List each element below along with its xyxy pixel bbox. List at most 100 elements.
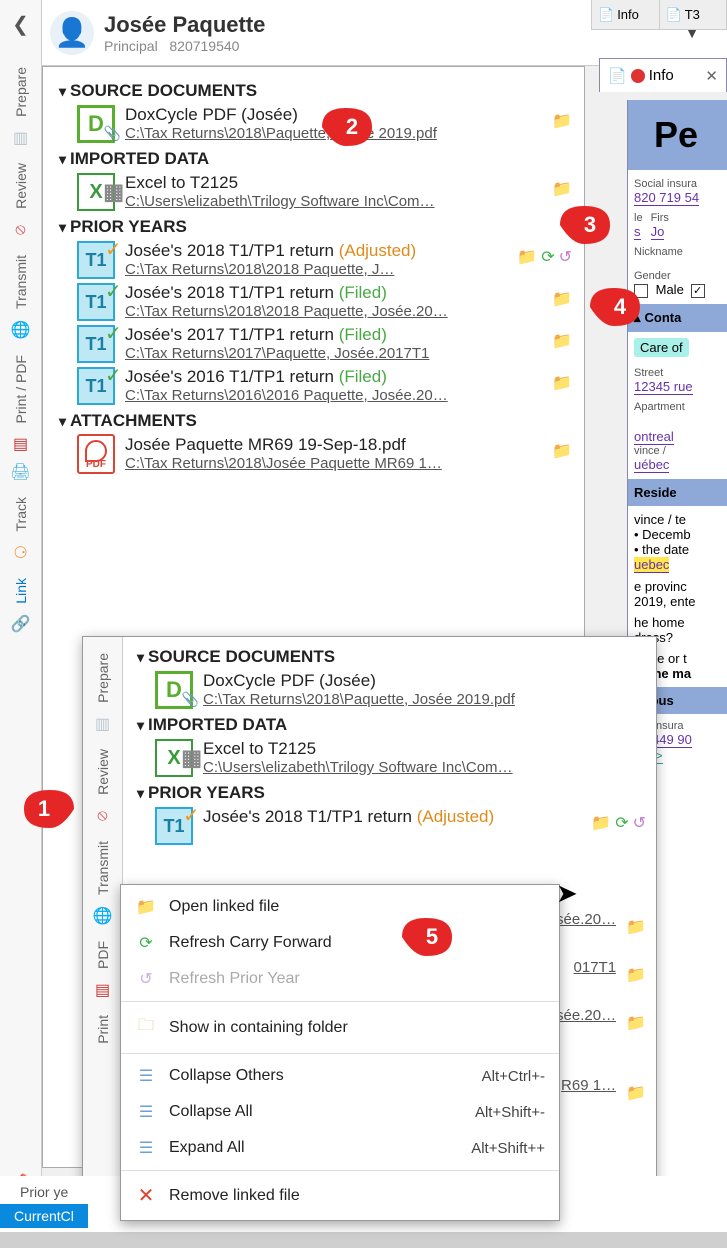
doxcycle-icon: D📎 xyxy=(155,671,193,709)
tree-row-prior[interactable]: ✓ T1 Josée's 2017 T1/TP1 return (Filed) … xyxy=(49,323,578,365)
cm-collapse-others[interactable]: ☰ Collapse Others Alt+Ctrl+- xyxy=(121,1058,559,1094)
cm-show-folder[interactable]: 🗀 Show in containing folder xyxy=(121,1006,559,1049)
value-title[interactable]: s xyxy=(634,224,641,240)
group-attachments[interactable]: ▾ ATTACHMENTS xyxy=(59,411,578,431)
value-first[interactable]: Jo xyxy=(651,224,665,240)
folder-icon[interactable]: 📁 xyxy=(552,441,572,461)
doc-path[interactable]: C:\Tax Returns\2016\2016 Paquette, Josée… xyxy=(125,387,542,404)
refresh-icon[interactable]: ⟳ xyxy=(541,247,554,267)
tree-row-prior[interactable]: ✓ T1 Josée's 2018 T1/TP1 return (Adjuste… xyxy=(49,239,578,281)
close-icon[interactable]: ✕ xyxy=(705,67,718,85)
text-fragment: e provinc xyxy=(634,579,721,594)
cm-collapse-all[interactable]: ☰ Collapse All Alt+Shift+- xyxy=(121,1094,559,1130)
folder-icon[interactable]: 📁 xyxy=(552,179,572,199)
rail-item-track[interactable]: Track ⚆ xyxy=(0,487,41,567)
doc-path[interactable]: C:\Tax Returns\2018\Josée Paquette MR69 … xyxy=(125,455,542,472)
cm-open-linked[interactable]: 📁 Open linked file xyxy=(121,889,559,925)
group-imported[interactable]: ▾ IMPORTED DATA xyxy=(59,149,578,169)
tree-row-excel[interactable]: X▦ Excel to T2125 C:\Users\elizabeth\Tri… xyxy=(49,171,578,213)
group-prior[interactable]: ▾ PRIOR YEARS xyxy=(137,783,652,803)
section-residency[interactable]: Reside xyxy=(628,479,727,506)
value-prov[interactable]: uébec xyxy=(634,457,669,473)
doc-path[interactable]: C:\Tax Returns\2018\2018 Paquette, Josée… xyxy=(125,303,542,320)
cm-expand-all[interactable]: ☰ Expand All Alt+Shift++ xyxy=(121,1130,559,1166)
rail-item-printpdf[interactable]: Print / PDF ▤ 🖨 xyxy=(0,345,41,487)
rail-label: Transmit xyxy=(13,251,29,313)
tab-t3[interactable]: 📄 T3 xyxy=(660,0,727,29)
rail-item-transmit[interactable]: Transmit 🌐 xyxy=(83,831,122,931)
section-contact[interactable]: ▴ Conta xyxy=(628,304,727,332)
tree-row-doxcycle[interactable]: D📎 DoxCycle PDF (Josée) C:\Tax Returns\2… xyxy=(49,103,578,145)
rail-label: Print xyxy=(95,1011,111,1048)
tab-info[interactable]: 📄 Info xyxy=(592,0,660,29)
chevron-down-icon: ▾ xyxy=(59,219,66,236)
rail-item-pdf[interactable]: PDF ▤ xyxy=(83,931,122,1005)
back-icon[interactable]: ❮ xyxy=(6,6,35,43)
tree-row-excel[interactable]: X▦ Excel to T2125 C:\Users\elizabeth\Tri… xyxy=(127,737,652,779)
doc-title: Josée's 2016 T1/TP1 return xyxy=(125,367,334,386)
tree-row-doxcycle[interactable]: D📎 DoxCycle PDF (Josée) C:\Tax Returns\2… xyxy=(127,669,652,711)
tree-row-prior[interactable]: ✓ T1 Josée's 2018 T1/TP1 return (Filed) … xyxy=(49,281,578,323)
tab-current-client[interactable]: CurrentCl xyxy=(0,1204,88,1228)
folder-icon[interactable]: 📁 xyxy=(552,373,572,393)
rail-label: Link xyxy=(13,574,29,608)
tree-row-attachment[interactable]: PDF Josée Paquette MR69 19-Sep-18.pdf C:… xyxy=(49,433,578,475)
folder-icon[interactable]: 📁 xyxy=(626,1013,646,1033)
rail-item-prepare[interactable]: Prepare ▥ xyxy=(0,57,41,153)
rail-item-prepare[interactable]: Prepare ▥ xyxy=(83,643,122,739)
doc-path[interactable]: C:\Users\elizabeth\Trilogy Software Inc\… xyxy=(203,759,646,776)
group-prior[interactable]: ▾ PRIOR YEARS xyxy=(59,217,578,237)
careof-tag[interactable]: Care of xyxy=(634,338,689,357)
folder-icon[interactable]: 📁 xyxy=(552,111,572,131)
cm-remove-linked[interactable]: ✕ Remove linked file xyxy=(121,1175,559,1216)
rail-item-review[interactable]: Review ⦸ xyxy=(0,153,41,245)
rail-label: Prepare xyxy=(13,63,29,121)
value-sin[interactable]: 820 719 54 xyxy=(634,190,699,206)
checkbox-female[interactable] xyxy=(691,284,705,298)
shortcut: Alt+Ctrl+- xyxy=(482,1068,545,1085)
cm-refresh-cf[interactable]: ⟳ Refresh Carry Forward xyxy=(121,925,559,961)
rail-item-transmit[interactable]: Transmit 🌐 xyxy=(0,245,41,345)
rail-item-review[interactable]: Review ⦸ xyxy=(83,739,122,831)
doc-path[interactable]: C:\Tax Returns\2018\Paquette, Josée 2019… xyxy=(125,125,542,142)
rail-label: Review xyxy=(95,745,111,799)
header-text: Josée Paquette Principal 820719540 xyxy=(104,12,265,54)
label-male: Male xyxy=(656,282,684,297)
undo-icon[interactable]: ↺ xyxy=(559,247,572,267)
folder-icon[interactable]: 📁 xyxy=(626,917,646,937)
group-imported[interactable]: ▾ IMPORTED DATA xyxy=(137,715,652,735)
tab-label: T3 xyxy=(685,7,700,22)
doc-path[interactable]: C:\Tax Returns\2018\Paquette, Josée 2019… xyxy=(203,691,646,708)
tree-row-prior[interactable]: ✓ T1 Josée's 2016 T1/TP1 return (Filed) … xyxy=(49,365,578,407)
folder-icon[interactable]: 📁 xyxy=(626,965,646,985)
doc-path[interactable]: C:\Users\elizabeth\Trilogy Software Inc\… xyxy=(125,193,542,210)
chart-icon: ▥ xyxy=(10,127,32,149)
undo-icon[interactable]: ↺ xyxy=(633,813,646,833)
value-street[interactable]: 12345 rue xyxy=(634,379,693,395)
checkbox-male[interactable] xyxy=(634,284,648,298)
group-source-docs[interactable]: ▾ SOURCE DOCUMENTS xyxy=(137,647,652,667)
folder-icon[interactable]: 📁 xyxy=(517,247,537,267)
client-role: Principal xyxy=(104,38,158,54)
folder-icon[interactable]: 📁 xyxy=(626,1083,646,1103)
doc-path[interactable]: C:\Tax Returns\2017\Paquette, Josée.2017… xyxy=(125,345,542,362)
link-icon: 🔗 xyxy=(10,613,32,635)
folder-icon[interactable]: 📁 xyxy=(552,289,572,309)
highlight-prov[interactable]: uebec xyxy=(634,557,669,573)
folder-icon[interactable]: 📁 xyxy=(552,331,572,351)
doc-path[interactable]: C:\Tax Returns\2018\2018 Paquette, J… xyxy=(125,261,507,278)
label-apt: Apartment xyxy=(634,401,721,413)
chevron-down-icon: ▾ xyxy=(137,649,144,666)
text-fragment: vince / te xyxy=(634,512,721,527)
chevron-down-icon: ▾ xyxy=(59,83,66,100)
info-form-tab[interactable]: 📄 Info ✕ xyxy=(599,58,727,92)
folder-icon[interactable]: 📁 xyxy=(591,813,611,833)
separator xyxy=(121,1001,559,1002)
list-icon: ☰ xyxy=(135,1138,157,1158)
rail-item-print[interactable]: Print xyxy=(83,1005,122,1052)
value-city[interactable]: ontreal xyxy=(634,429,674,445)
refresh-icon[interactable]: ⟳ xyxy=(615,813,628,833)
rail-item-link[interactable]: Link 🔗 xyxy=(0,568,41,640)
tree-row-prior[interactable]: ✓ T1 Josée's 2018 T1/TP1 return (Adjuste… xyxy=(127,805,652,847)
group-source-docs[interactable]: ▾ SOURCE DOCUMENTS xyxy=(59,81,578,101)
